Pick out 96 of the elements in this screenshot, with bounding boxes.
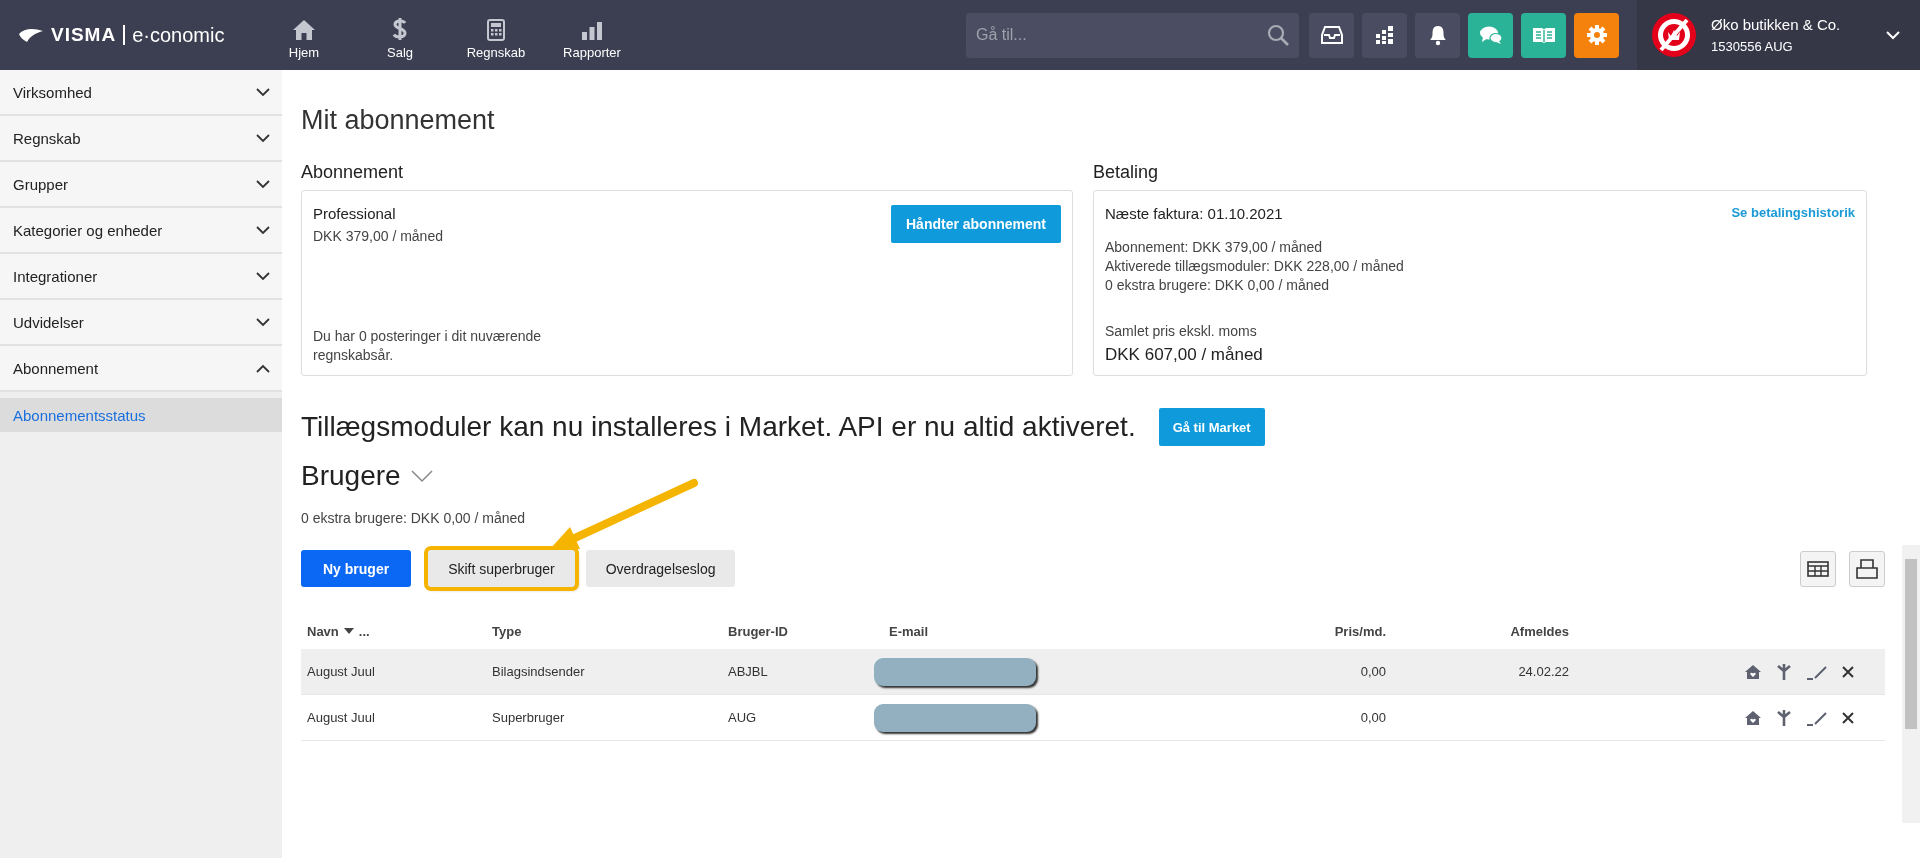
table-cell: 24.02.22 [1518,664,1569,679]
book-button[interactable] [1521,12,1566,58]
price-line: Aktiverede tillægsmoduler: DKK 228,00 / måned [1105,257,1405,276]
table-row[interactable]: August Juul Bilagsindsender ABJBL 0,00 24.02.22 [301,649,1885,695]
printer-icon [1856,558,1878,579]
plan-name: Professional [313,205,397,222]
settings-button[interactable] [1574,12,1619,58]
fork-icon[interactable] [1775,662,1793,681]
section-heading: Abonnement [301,162,405,183]
fork-icon[interactable] [1775,708,1793,727]
next-invoice: Næste faktura: 01.10.2021 [1105,205,1283,222]
book-icon [1531,26,1556,44]
chevron-icon [256,87,270,97]
scrollbar[interactable] [1902,545,1920,823]
inbox-button[interactable] [1309,12,1354,58]
table-cell: AUG [728,710,757,725]
sidebar-item[interactable]: Abonnement [0,346,282,392]
postings-note: Du har 0 posteringer i dit nuværende regnskabsår. [313,327,543,365]
bell-icon [1428,24,1447,46]
print-button[interactable] [1849,550,1885,587]
users-heading: Brugere [301,460,401,492]
total-label: Samlet pris ekskl. moms [1105,323,1258,339]
settings-icon [1585,24,1608,46]
sidebar-item[interactable]: Integrationer [0,254,282,300]
home-icon [292,19,316,41]
company-switcher[interactable]: Øko butikken & Co. 1530556 AUG [1637,0,1920,70]
nav-item[interactable]: Regnskab [448,10,544,60]
logo-icon [18,27,44,43]
chevron-icon [256,317,270,327]
logo-brand: VISMA [51,24,117,46]
sidebar-item[interactable]: Udvidelser [0,300,282,346]
action-button[interactable]: Overdragelseslog [585,550,736,587]
market-notice: Tillægsmoduler kan nu installeres i Market. API er nu altid aktiveret. [301,411,1136,443]
notifications-button[interactable] [1415,12,1460,58]
table-view-button[interactable] [1800,550,1836,587]
dollar-icon [392,17,408,41]
total-price: DKK 607,00 / måned [1105,345,1264,365]
sidebar-item[interactable]: Virksomhed [0,70,282,116]
account-number: 1530556 AUG [1711,39,1794,54]
nav-item[interactable]: Salg [352,10,448,60]
table-row[interactable]: August Juul Superbruger AUG 0,00 [301,695,1885,741]
action-button[interactable]: Ny bruger [301,550,412,587]
edit-icon[interactable] [1806,709,1828,726]
chat-icon [1478,25,1503,45]
column-header[interactable]: Pris/md. [1334,623,1386,639]
price-line: 0 ekstra brugere: DKK 0,00 / måned [1105,276,1331,295]
column-header[interactable]: Afmeldes [1510,623,1569,639]
apps-icon [1374,25,1395,45]
users-summary: 0 ekstra brugere: DKK 0,00 / måned [301,510,527,526]
table-cell: 0,00 [1360,664,1386,679]
chevron-icon [256,133,270,143]
home-icon[interactable] [1744,709,1762,726]
bar-chart-icon [581,21,603,41]
chevron-icon [256,363,270,373]
chevron-icon [256,271,270,281]
page-title: Mit abonnement [301,105,496,136]
column-more[interactable]: ... [358,623,370,639]
edit-icon[interactable] [1806,663,1828,680]
table-cell: August Juul [307,710,375,725]
home-icon[interactable] [1744,663,1762,680]
chevron-icon [256,179,270,189]
inbox-icon [1320,26,1343,44]
chevron-icon [256,225,270,235]
chevron-down-icon[interactable] [410,469,433,483]
apps-button[interactable] [1362,12,1407,58]
close-icon[interactable] [1841,710,1855,725]
table-cell: August Juul [307,664,375,679]
plan-price: DKK 379,00 / måned [313,228,443,244]
sort-icon[interactable] [343,628,354,634]
price-line: Abonnement: DKK 379,00 / måned [1105,238,1324,257]
column-header[interactable]: Bruger-ID [728,623,788,639]
search-field[interactable]: Gå til... [966,12,1299,58]
table-cell: 0,00 [1360,710,1386,725]
company-logo-icon [1651,12,1697,58]
section-heading: Betaling [1093,162,1160,183]
nav-item[interactable]: Rapporter [544,10,640,60]
column-header[interactable]: E-mail [889,623,928,639]
sidebar-subitem[interactable]: Abonnementsstatus [0,398,282,432]
calculator-icon [487,19,505,41]
table-cell: Bilagsindsender [492,664,585,679]
sidebar-item[interactable]: Kategorier og enheder [0,208,282,254]
column-header[interactable]: Navn [307,623,339,639]
table-cell: ABJBL [728,664,768,679]
logo-product: e·conomic [132,23,225,47]
column-header[interactable]: Type [492,623,522,639]
close-icon[interactable] [1841,664,1855,679]
table-icon [1807,560,1829,577]
search-icon [1267,24,1289,46]
nav-item[interactable]: Hjem [256,10,352,60]
chat-button[interactable] [1468,12,1513,58]
chevron-down-icon [1886,30,1900,40]
table-cell: Superbruger [492,710,565,725]
sidebar-item[interactable]: Grupper [0,162,282,208]
company-name: Øko butikken & Co. [1711,16,1842,33]
search-input[interactable]: Gå til... [966,25,1267,45]
sidebar-item[interactable]: Regnskab [0,116,282,162]
